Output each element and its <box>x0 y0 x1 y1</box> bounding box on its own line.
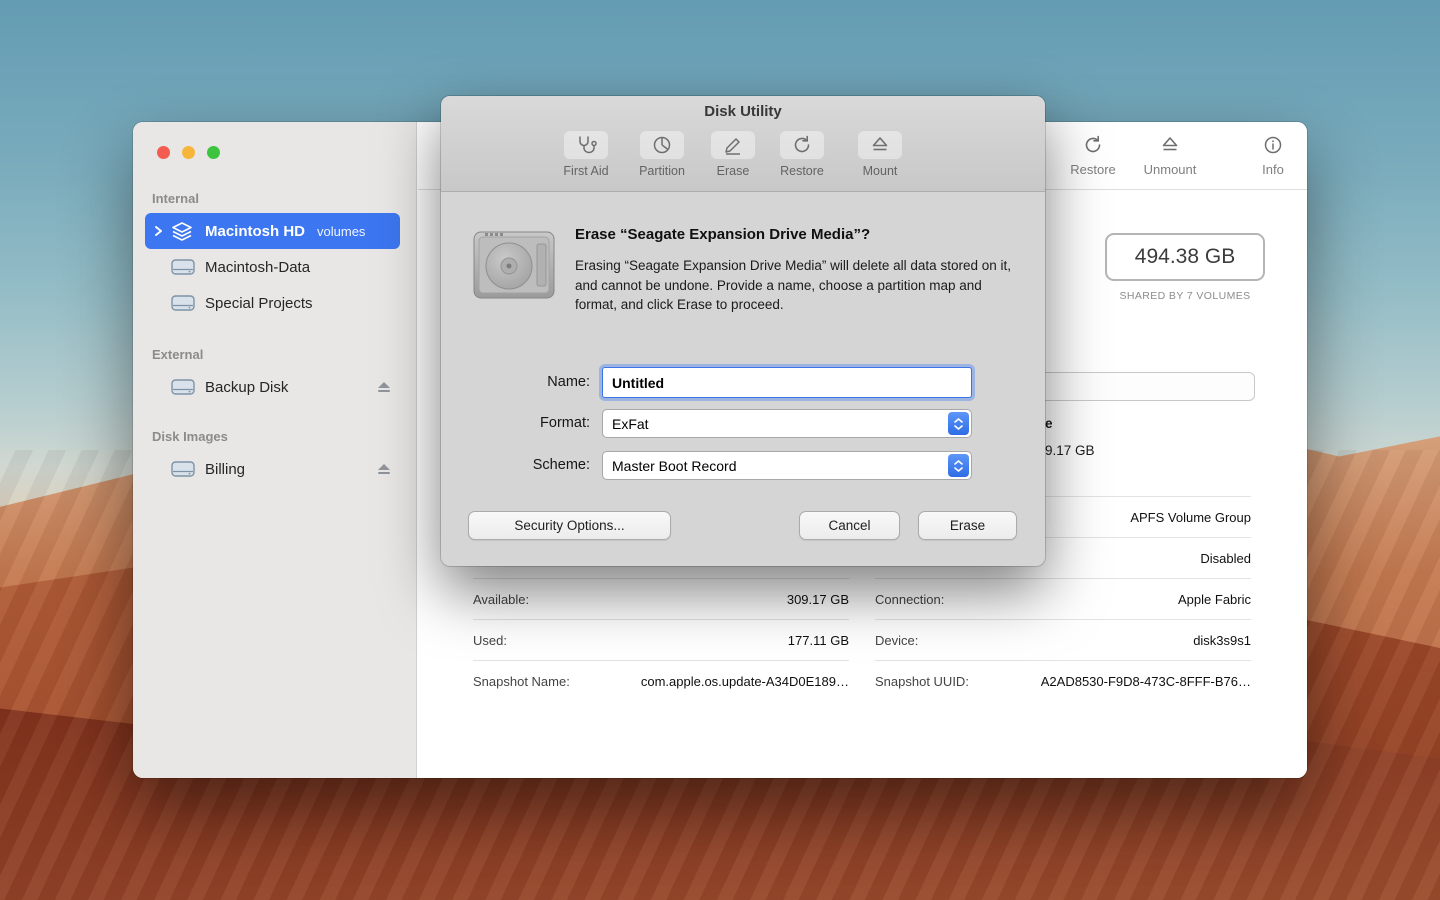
sidebar-section-internal: Internal <box>152 191 416 206</box>
partition-button[interactable]: Partition <box>627 130 697 178</box>
mount-button[interactable]: Mount <box>845 130 915 178</box>
sidebar-item-special-projects[interactable]: Special Projects <box>145 285 400 321</box>
info-toolbar-button[interactable]: Info <box>1238 135 1307 177</box>
partial-legend-label: e <box>1045 416 1053 431</box>
cancel-button[interactable]: Cancel <box>799 511 900 540</box>
scheme-field-label: Scheme: <box>441 457 590 473</box>
partition-icon <box>639 130 685 160</box>
dialog-heading: Erase “Seagate Expansion Drive Media”? <box>575 226 1027 243</box>
restore-icon <box>779 130 825 160</box>
info-icon <box>1263 135 1283 158</box>
minimize-button[interactable] <box>182 146 195 159</box>
dropdown-stepper-icon[interactable] <box>948 454 969 477</box>
restore-toolbar-button[interactable]: Restore <box>1058 135 1128 177</box>
eject-icon <box>1160 135 1180 158</box>
eject-icon[interactable] <box>376 380 392 394</box>
sidebar-section-disk-images: Disk Images <box>152 429 416 444</box>
restore-icon <box>1083 135 1103 158</box>
toolbar-button-label: Mount <box>863 164 898 178</box>
info-row-available: Available: 309.17 GB <box>473 579 849 620</box>
window-controls <box>157 146 220 159</box>
format-dropdown[interactable]: ExFat <box>602 409 972 438</box>
disk-icon <box>171 460 197 478</box>
disk-icon <box>171 258 197 276</box>
toolbar-button-label: Unmount <box>1144 162 1197 177</box>
unmount-toolbar-button[interactable]: Unmount <box>1135 135 1205 177</box>
erase-dialog: Disk Utility First Aid Partition Erase <box>441 96 1045 566</box>
scheme-selected-value: Master Boot Record <box>612 458 737 474</box>
disclosure-chevron-icon[interactable] <box>153 225 167 237</box>
name-field-wrap <box>602 367 972 398</box>
dropdown-stepper-icon[interactable] <box>948 412 969 435</box>
dialog-header: Disk Utility First Aid Partition Erase <box>441 96 1045 192</box>
dialog-title: Disk Utility <box>441 103 1045 120</box>
name-input[interactable] <box>602 367 972 398</box>
eject-icon[interactable] <box>376 462 392 476</box>
volumes-stack-icon <box>171 221 197 241</box>
toolbar-button-label: First Aid <box>563 164 608 178</box>
disk-icon <box>171 378 197 396</box>
info-row-used: Used: 177.11 GB <box>473 620 849 661</box>
info-row-connection: Connection: Apple Fabric <box>875 579 1251 620</box>
desktop: Internal Macintosh HD volumes <box>0 0 1440 900</box>
erase-button[interactable]: Erase <box>918 511 1017 540</box>
scheme-dropdown[interactable]: Master Boot Record <box>602 451 972 480</box>
sidebar-item-macintosh-hd[interactable]: Macintosh HD volumes <box>145 213 400 249</box>
zoom-button[interactable] <box>207 146 220 159</box>
capacity-box: 494.38 GB <box>1105 233 1265 281</box>
mount-icon <box>857 130 903 160</box>
toolbar-button-label: Restore <box>780 164 824 178</box>
sidebar-item-label: Macintosh HD <box>205 223 305 240</box>
partial-legend-value: 9.17 GB <box>1045 443 1095 458</box>
first-aid-icon <box>563 130 609 160</box>
close-button[interactable] <box>157 146 170 159</box>
sidebar-item-macintosh-data[interactable]: Macintosh-Data <box>145 249 400 285</box>
toolbar-button-label: Partition <box>639 164 685 178</box>
toolbar-button-label: Restore <box>1070 162 1116 177</box>
format-selected-value: ExFat <box>612 416 649 432</box>
first-aid-button[interactable]: First Aid <box>551 130 621 178</box>
dialog-body-text: Erasing “Seagate Expansion Drive Media” … <box>575 256 1017 315</box>
capacity-caption: SHARED BY 7 VOLUMES <box>1090 290 1280 302</box>
sidebar-item-label: Macintosh-Data <box>205 259 310 276</box>
toolbar-button-label: Info <box>1262 162 1284 177</box>
format-field-label: Format: <box>441 415 590 431</box>
restore-tab-button[interactable]: Restore <box>767 130 837 178</box>
sidebar-item-label: Special Projects <box>205 295 313 312</box>
sidebar: Internal Macintosh HD volumes <box>133 122 417 778</box>
security-options-button[interactable]: Security Options... <box>468 511 671 540</box>
info-row-device: Device: disk3s9s1 <box>875 620 1251 661</box>
sidebar-item-backup-disk[interactable]: Backup Disk <box>145 369 400 405</box>
hard-drive-icon <box>471 226 557 309</box>
volumes-badge: volumes <box>317 224 365 239</box>
info-row-snapshot-name: Snapshot Name: com.apple.os.update-A34D0… <box>473 661 849 702</box>
sidebar-list: Internal Macintosh HD volumes <box>133 122 416 487</box>
sidebar-item-label: Billing <box>205 461 245 478</box>
erase-tab-button[interactable]: Erase <box>698 130 768 178</box>
erase-icon <box>710 130 756 160</box>
sidebar-item-billing[interactable]: Billing <box>145 451 400 487</box>
disk-icon <box>171 294 197 312</box>
sidebar-item-label: Backup Disk <box>205 379 288 396</box>
sidebar-section-external: External <box>152 347 416 362</box>
name-field-label: Name: <box>441 374 590 390</box>
toolbar-button-label: Erase <box>717 164 750 178</box>
info-row-snapshot-uuid: Snapshot UUID: A2AD8530-F9D8-473C-8FFF-B… <box>875 661 1251 702</box>
